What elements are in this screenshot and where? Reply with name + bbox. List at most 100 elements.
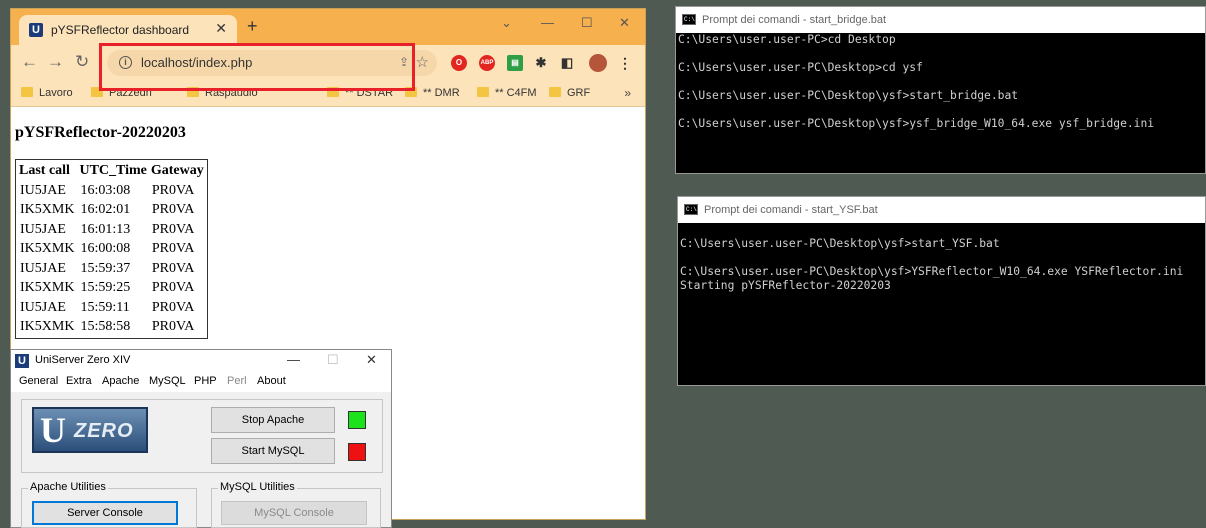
time-cell: 15:59:25 xyxy=(80,280,131,296)
console-window-ysf: C:\ Prompt dei comandi - start_YSF.bat C… xyxy=(677,196,1206,386)
start-mysql-button[interactable]: Start MySQL xyxy=(211,438,335,464)
minimize-icon[interactable]: — xyxy=(287,352,300,367)
table-row: IK5XMK 15:58:58 PR0VA xyxy=(18,319,205,337)
menu-extra[interactable]: Extra xyxy=(66,375,92,387)
folder-icon xyxy=(21,87,33,97)
menu-icon[interactable]: ⋮ xyxy=(617,55,633,71)
time-cell: 15:59:11 xyxy=(80,299,130,315)
gateway-cell: PR0VA xyxy=(151,319,195,335)
apache-utilities-group: Apache Utilities Server Console xyxy=(21,481,197,528)
back-icon[interactable]: ← xyxy=(21,53,38,71)
callsign-cell: IU5JAE xyxy=(20,221,66,237)
gateway-cell: PR0VA xyxy=(151,241,195,257)
callsign-cell: IU5JAE xyxy=(20,299,66,315)
reload-icon[interactable]: ↻ xyxy=(75,53,89,71)
uniserver-titlebar[interactable]: U UniServer Zero XIV — ☐ ✕ xyxy=(11,350,391,372)
server-control-panel: U ZERO Stop Apache Start MySQL xyxy=(21,399,383,473)
close-window-icon[interactable]: ✕ xyxy=(619,15,630,31)
console-title: Prompt dei comandi - start_YSF.bat xyxy=(704,204,878,216)
table-row: IU5JAE 16:01:13 PR0VA xyxy=(18,221,205,239)
gateway-cell: PR0VA xyxy=(151,260,195,276)
callsign-cell: IU5JAE xyxy=(20,182,66,198)
tab-strip: U pYSFReflector dashboard ✕ + ⌄ — ☐ ✕ xyxy=(11,9,645,45)
apache-status-indicator xyxy=(348,411,366,429)
browser-tab[interactable]: U pYSFReflector dashboard ✕ xyxy=(19,15,237,45)
gateway-cell: PR0VA xyxy=(151,182,195,198)
uniserver-favicon-icon: U xyxy=(29,23,43,37)
console-output[interactable]: C:\Users\user.user-PC\Desktop\ysf>start_… xyxy=(680,223,1205,385)
star-icon[interactable]: ☆ xyxy=(416,53,429,71)
time-cell: 15:59:37 xyxy=(80,260,131,276)
callsign-cell: IK5XMK xyxy=(20,202,75,218)
mysql-utilities-label: MySQL Utilities xyxy=(218,481,297,493)
gateway-cell: PR0VA xyxy=(151,202,195,218)
gateway-cell: PR0VA xyxy=(151,221,195,237)
bookmarks-more-button[interactable]: » xyxy=(624,86,631,100)
menu-php[interactable]: PHP xyxy=(194,375,217,387)
sheet-extension-icon[interactable]: ▤ xyxy=(507,55,523,71)
callsign-cell: IK5XMK xyxy=(20,319,75,335)
callsign-cell: IK5XMK xyxy=(20,280,75,296)
page-title: pYSFReflector-20220203 xyxy=(15,124,186,141)
time-cell: 16:01:13 xyxy=(80,221,131,237)
bookmark-folder[interactable]: Lavoro xyxy=(21,87,73,99)
extensions-icon[interactable]: ✱ xyxy=(533,55,549,71)
sidebar-icon[interactable]: ◧ xyxy=(559,55,575,71)
last-calls-table: Last call UTC_Time Gateway IU5JAE 16:03:0… xyxy=(15,159,208,339)
url-highlight-box xyxy=(99,43,415,91)
mysql-console-button: MySQL Console xyxy=(221,501,367,525)
server-console-button[interactable]: Server Console xyxy=(32,501,178,525)
close-window-icon[interactable]: ✕ xyxy=(366,352,377,368)
command-prompt-icon: C:\ xyxy=(684,204,698,215)
gateway-cell: PR0VA xyxy=(151,280,195,296)
table-row: IU5JAE 15:59:37 PR0VA xyxy=(18,260,205,278)
time-cell: 16:03:08 xyxy=(80,182,131,198)
gateway-cell: PR0VA xyxy=(151,299,195,315)
tab-title: pYSFReflector dashboard xyxy=(51,23,190,37)
tab-search-icon[interactable]: ⌄ xyxy=(501,15,512,31)
maximize-icon[interactable]: ☐ xyxy=(581,15,593,31)
console-output[interactable]: C:\Users\user.user-PC>cd Desktop C:\User… xyxy=(678,33,1205,173)
apache-utilities-label: Apache Utilities xyxy=(28,481,108,493)
uniserver-title: UniServer Zero XIV xyxy=(35,354,131,366)
uniserver-window: U UniServer Zero XIV — ☐ ✕ General Extra… xyxy=(10,349,392,528)
time-cell: 16:02:01 xyxy=(80,202,131,218)
time-cell: 15:58:58 xyxy=(80,319,131,335)
profile-icon[interactable] xyxy=(589,54,607,72)
uniserver-zero-logo: U ZERO xyxy=(32,407,148,453)
new-tab-button[interactable]: + xyxy=(247,17,258,35)
adblock-extension-icon[interactable]: O xyxy=(451,55,467,71)
column-header: Gateway xyxy=(150,163,204,178)
menu-about[interactable]: About xyxy=(257,375,286,387)
menu-apache[interactable]: Apache xyxy=(102,375,139,387)
callsign-cell: IK5XMK xyxy=(20,241,75,257)
callsign-cell: IU5JAE xyxy=(20,260,66,276)
menu-mysql[interactable]: MySQL xyxy=(149,375,186,387)
forward-icon[interactable]: → xyxy=(47,53,64,71)
abp-extension-icon[interactable]: ABP xyxy=(479,55,495,71)
menu-perl: Perl xyxy=(227,375,247,387)
command-prompt-icon: C:\ xyxy=(682,14,696,25)
folder-icon xyxy=(549,87,561,97)
console-title: Prompt dei comandi - start_bridge.bat xyxy=(702,14,887,26)
uniserver-menubar: General Extra Apache MySQL PHP Perl Abou… xyxy=(11,372,391,392)
column-header: Last call xyxy=(19,163,70,178)
table-row: IK5XMK 16:00:08 PR0VA xyxy=(18,241,205,259)
bookmark-folder[interactable]: ** C4FM xyxy=(477,87,537,99)
stop-apache-button[interactable]: Stop Apache xyxy=(211,407,335,433)
table-row: IK5XMK 16:02:01 PR0VA xyxy=(18,202,205,220)
time-cell: 16:00:08 xyxy=(80,241,131,257)
table-header-row: Last call UTC_Time Gateway xyxy=(18,162,205,180)
tab-close-icon[interactable]: ✕ xyxy=(215,20,227,37)
maximize-icon: ☐ xyxy=(327,352,339,367)
table-row: IU5JAE 16:03:08 PR0VA xyxy=(18,182,205,200)
menu-general[interactable]: General xyxy=(19,375,58,387)
console-titlebar[interactable]: C:\ Prompt dei comandi - start_bridge.ba… xyxy=(676,7,1205,33)
minimize-icon[interactable]: — xyxy=(541,15,554,30)
folder-icon xyxy=(477,87,489,97)
mysql-utilities-group: MySQL Utilities MySQL Console xyxy=(211,481,381,528)
mysql-status-indicator xyxy=(348,443,366,461)
bookmark-folder[interactable]: GRF xyxy=(549,87,590,99)
console-titlebar[interactable]: C:\ Prompt dei comandi - start_YSF.bat xyxy=(678,197,1205,223)
column-header: UTC_Time xyxy=(79,163,147,178)
